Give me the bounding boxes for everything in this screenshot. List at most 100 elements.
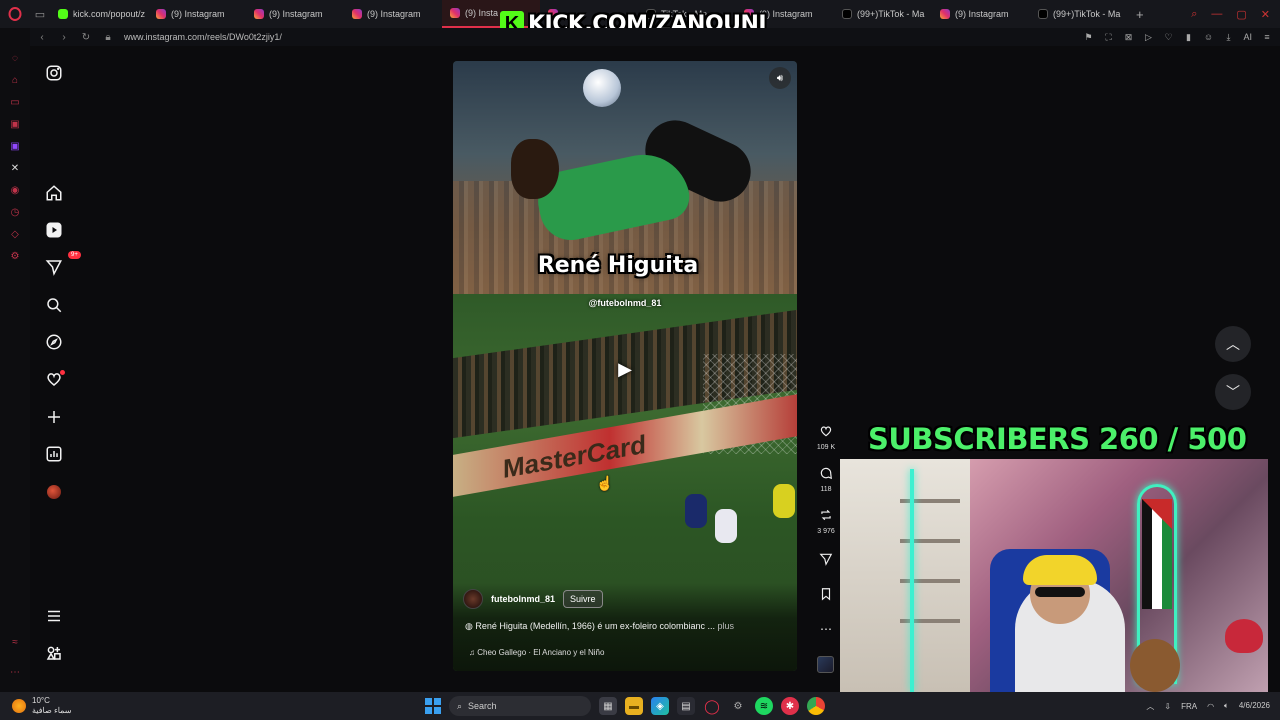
repost-count: 3 976 <box>817 528 835 535</box>
instagram-icon <box>450 8 460 18</box>
adblock-icon[interactable]: ⊠ <box>1123 32 1133 43</box>
snapshot-icon[interactable]: ⛶ <box>1103 32 1113 43</box>
maximize-icon[interactable]: ▢ <box>1236 8 1246 21</box>
lang-indicator[interactable]: FRA <box>1181 702 1197 711</box>
x-icon[interactable]: ✕ <box>9 162 21 174</box>
search-icon[interactable] <box>44 295 64 315</box>
pinboard-icon[interactable]: ◇ <box>9 228 21 240</box>
weather-widget[interactable]: 10°C سماء صافية <box>0 696 160 716</box>
caption-more-link[interactable]: plus <box>718 621 735 631</box>
player-icon[interactable]: ◉ <box>9 184 21 196</box>
reel-caption[interactable]: ◍ René Higuita (Medellín, 1966) é um ex-… <box>465 621 734 632</box>
back-icon[interactable]: ‹ <box>36 32 48 43</box>
store-icon[interactable]: ▤ <box>677 697 695 715</box>
task-view-icon[interactable]: ▦ <box>599 697 617 715</box>
audio-thumbnail[interactable] <box>817 656 834 673</box>
comment-icon <box>820 467 832 480</box>
extensions-icon[interactable]: ≈ <box>9 636 21 648</box>
profile-icon[interactable]: ☺ <box>1203 32 1213 42</box>
messages-icon[interactable]: 9+ <box>44 251 81 277</box>
share-button[interactable] <box>813 552 839 571</box>
reload-icon[interactable]: ↻ <box>80 32 92 43</box>
copilot-icon[interactable]: ◈ <box>651 697 669 715</box>
kick-icon <box>58 9 68 19</box>
instagram-logo-icon[interactable] <box>44 63 64 83</box>
clock[interactable]: 4/6/2026 <box>1239 701 1270 711</box>
follow-button[interactable]: Suivre <box>563 590 603 608</box>
weather-desc: سماء صافية <box>32 706 72 715</box>
more-icon[interactable]: ⋯ <box>9 666 21 678</box>
volume-icon[interactable]: 🔈︎ <box>1224 701 1229 711</box>
more-options-icon[interactable]: ⋯ <box>813 622 839 636</box>
tab-9[interactable]: (99+)TikTok - Ma <box>834 0 932 28</box>
music-note-icon: ♫ <box>469 648 478 657</box>
ai-button[interactable]: AI <box>1243 32 1252 42</box>
new-tab-icon[interactable]: + <box>1128 7 1152 22</box>
next-reel-button[interactable]: ﹀ <box>1215 374 1251 410</box>
history-icon[interactable]: ◷ <box>9 206 21 218</box>
search-tabs-icon[interactable]: ⌕ <box>1191 8 1197 21</box>
chat-icon[interactable]: ▣ <box>9 118 21 130</box>
forward-icon[interactable]: › <box>58 32 70 43</box>
home-icon[interactable] <box>44 183 64 203</box>
author-name[interactable]: futebolnmd_81 <box>491 594 555 604</box>
audio-track[interactable]: ♫ Cheo Gallego · El Anciano y el Niño <box>469 648 604 657</box>
more-menu-icon[interactable] <box>44 606 64 626</box>
lock-icon: 🔒︎ <box>105 31 111 43</box>
notifications-heart-icon[interactable] <box>44 369 65 389</box>
app-red-icon[interactable]: ✱ <box>781 697 799 715</box>
tab-1[interactable]: kick.com/popout/z <box>50 0 148 28</box>
tab-2[interactable]: (9) Instagram <box>148 0 246 28</box>
save-button[interactable] <box>813 587 839 606</box>
reels-icon[interactable] <box>44 220 64 240</box>
opera-taskbar-icon[interactable]: ◯ <box>703 697 721 715</box>
mute-button[interactable]: 🔊︎ <box>769 67 791 89</box>
comment-button[interactable]: 118 <box>813 466 839 493</box>
network-drive-icon[interactable]: ⇩ <box>1164 702 1171 711</box>
aria-icon[interactable]: ◌ <box>9 52 21 64</box>
settings-icon[interactable]: ⚙ <box>9 250 21 262</box>
taskbar-search[interactable]: ⌕ Search <box>449 696 591 716</box>
wifi-icon[interactable]: ◠ <box>1207 702 1214 711</box>
play-icon[interactable]: ▶ <box>610 354 640 384</box>
opera-logo-icon[interactable] <box>0 0 30 28</box>
windows-start-icon[interactable] <box>425 698 441 714</box>
create-icon[interactable] <box>44 407 64 427</box>
messenger-icon[interactable]: ▭ <box>9 96 21 108</box>
spotify-icon[interactable]: ≋ <box>755 697 773 715</box>
video-popout-icon[interactable]: ▷ <box>1143 32 1153 43</box>
reel-video[interactable]: René Higuita 🔊︎ MasterCard @futebolnmd_8… <box>453 61 797 671</box>
tab-11[interactable]: (99+)TikTok - Ma <box>1030 0 1128 28</box>
explore-icon[interactable] <box>44 332 64 352</box>
bookmark-heart-icon[interactable]: ♡ <box>1163 32 1173 43</box>
menu-icon[interactable]: ≡ <box>1262 32 1272 42</box>
url-field[interactable]: www.instagram.com/reels/DWo0t2zjiy1/ <box>124 32 282 42</box>
like-button[interactable]: 109 K <box>813 424 839 451</box>
sunglasses-image <box>1035 587 1085 597</box>
also-from-meta-icon[interactable] <box>44 643 64 663</box>
player-image <box>685 494 707 528</box>
chevron-down-icon: ﹀ <box>1226 384 1240 400</box>
instagram-icon <box>940 9 950 19</box>
author-avatar[interactable] <box>463 589 483 609</box>
twitch-icon[interactable]: ▣ <box>9 140 21 152</box>
shopping-icon[interactable]: ⌂ <box>9 74 21 86</box>
heart-pillow-image <box>1225 619 1263 653</box>
tray-expand-icon[interactable]: ︿ <box>1146 701 1154 712</box>
chrome-icon[interactable] <box>807 697 825 715</box>
wallet-icon[interactable]: ▮ <box>1183 32 1193 43</box>
minimize-icon[interactable]: — <box>1211 8 1222 21</box>
vpn-icon[interactable]: ⚑ <box>1083 32 1093 43</box>
tab-10[interactable]: (9) Instagram <box>932 0 1030 28</box>
profile-avatar[interactable] <box>44 482 64 502</box>
previous-reel-button[interactable]: ︿ <box>1215 326 1251 362</box>
tab-4[interactable]: (9) Instagram <box>344 0 442 28</box>
settings-taskbar-icon[interactable]: ⚙ <box>729 697 747 715</box>
dashboard-icon[interactable] <box>44 444 64 464</box>
file-explorer-icon[interactable]: ▬ <box>625 697 643 715</box>
repost-button[interactable]: 3 976 <box>813 508 839 535</box>
close-icon[interactable]: ✕ <box>1261 8 1270 21</box>
download-icon[interactable]: ⤓ <box>1223 32 1233 43</box>
tab-3[interactable]: (9) Instagram <box>246 0 344 28</box>
tab-menu-icon[interactable]: ▭ <box>30 0 50 28</box>
